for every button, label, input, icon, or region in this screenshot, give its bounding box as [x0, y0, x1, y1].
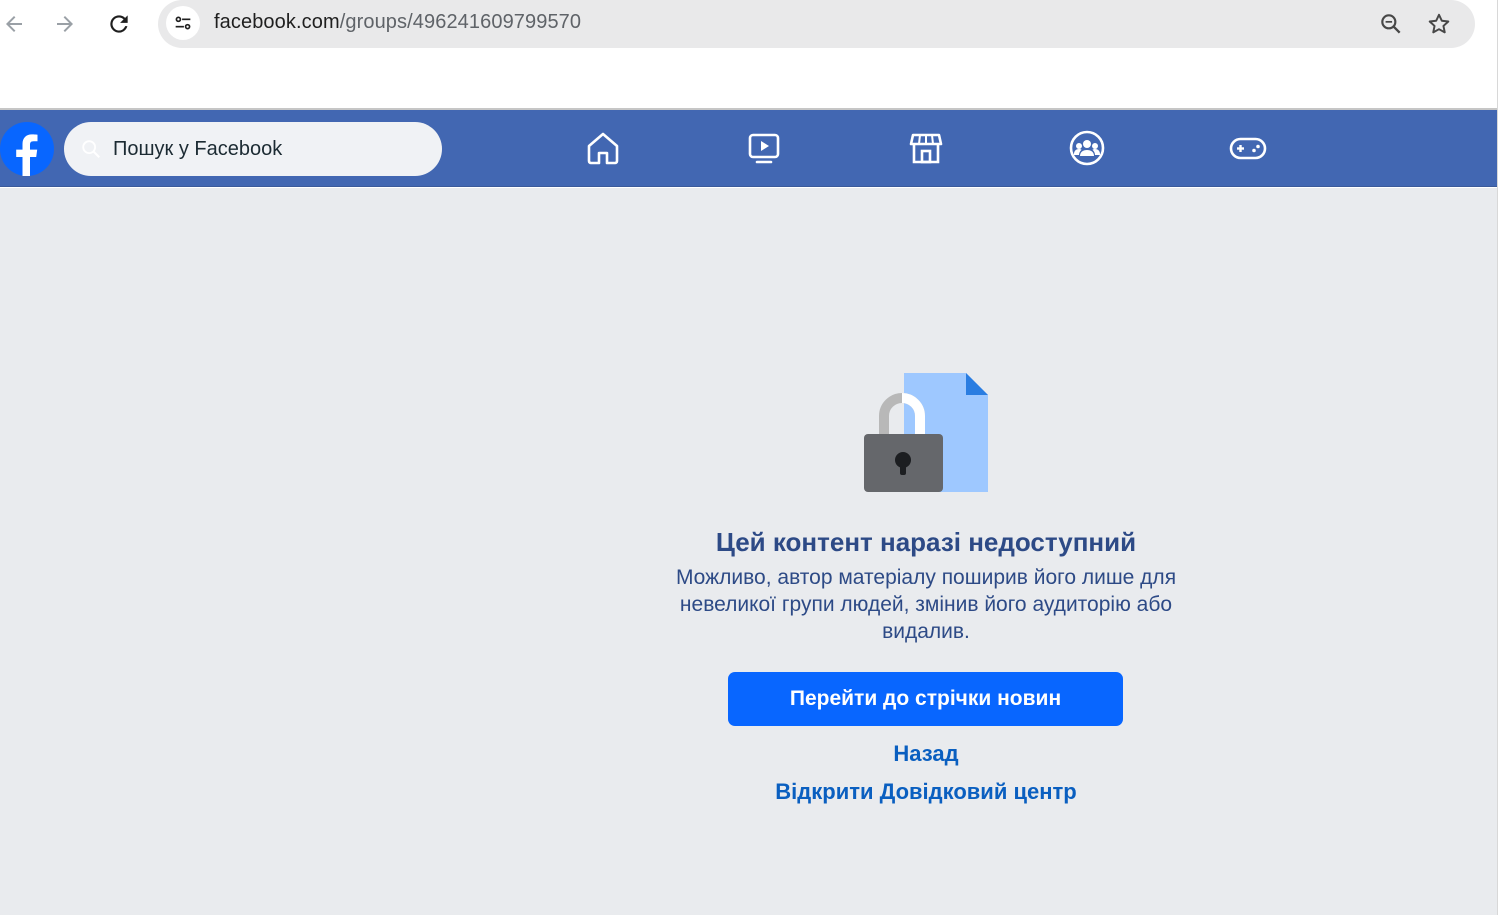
url-domain: facebook.com: [214, 11, 340, 33]
zoom-icon[interactable]: [1378, 11, 1404, 37]
address-bar[interactable]: facebook.com/groups/496241609799570: [158, 0, 1475, 48]
marketplace-icon[interactable]: [906, 128, 946, 168]
search-input[interactable]: [113, 122, 433, 176]
home-icon[interactable]: [583, 128, 623, 168]
forward-arrow-icon[interactable]: [51, 10, 79, 38]
error-title: Цей контент наразі недоступний: [715, 527, 1137, 557]
back-arrow-icon[interactable]: [0, 10, 28, 38]
reload-icon[interactable]: [105, 10, 133, 38]
back-link[interactable]: Назад: [600, 741, 1252, 767]
bookmark-star-icon[interactable]: [1426, 11, 1452, 37]
groups-icon[interactable]: [1067, 128, 1107, 168]
facebook-logo-icon[interactable]: [0, 122, 54, 176]
gaming-icon[interactable]: [1228, 128, 1268, 168]
help-center-link[interactable]: Відкрити Довідковий центр: [600, 779, 1252, 805]
url-text[interactable]: facebook.com/groups/496241609799570: [214, 11, 581, 34]
go-to-news-feed-button[interactable]: Перейти до стрічки новин: [728, 672, 1123, 726]
url-path: /groups/496241609799570: [339, 11, 582, 33]
browser-toolbar: facebook.com/groups/496241609799570: [0, 0, 1498, 110]
facebook-header: [0, 110, 1498, 187]
facebook-search[interactable]: [64, 122, 442, 176]
site-settings-icon[interactable]: [166, 6, 200, 40]
locked-content-illustration: [862, 372, 988, 496]
search-icon: [80, 138, 102, 160]
error-description: Можливо, автор матеріалу поширив його ли…: [675, 566, 1177, 643]
video-icon[interactable]: [744, 128, 784, 168]
